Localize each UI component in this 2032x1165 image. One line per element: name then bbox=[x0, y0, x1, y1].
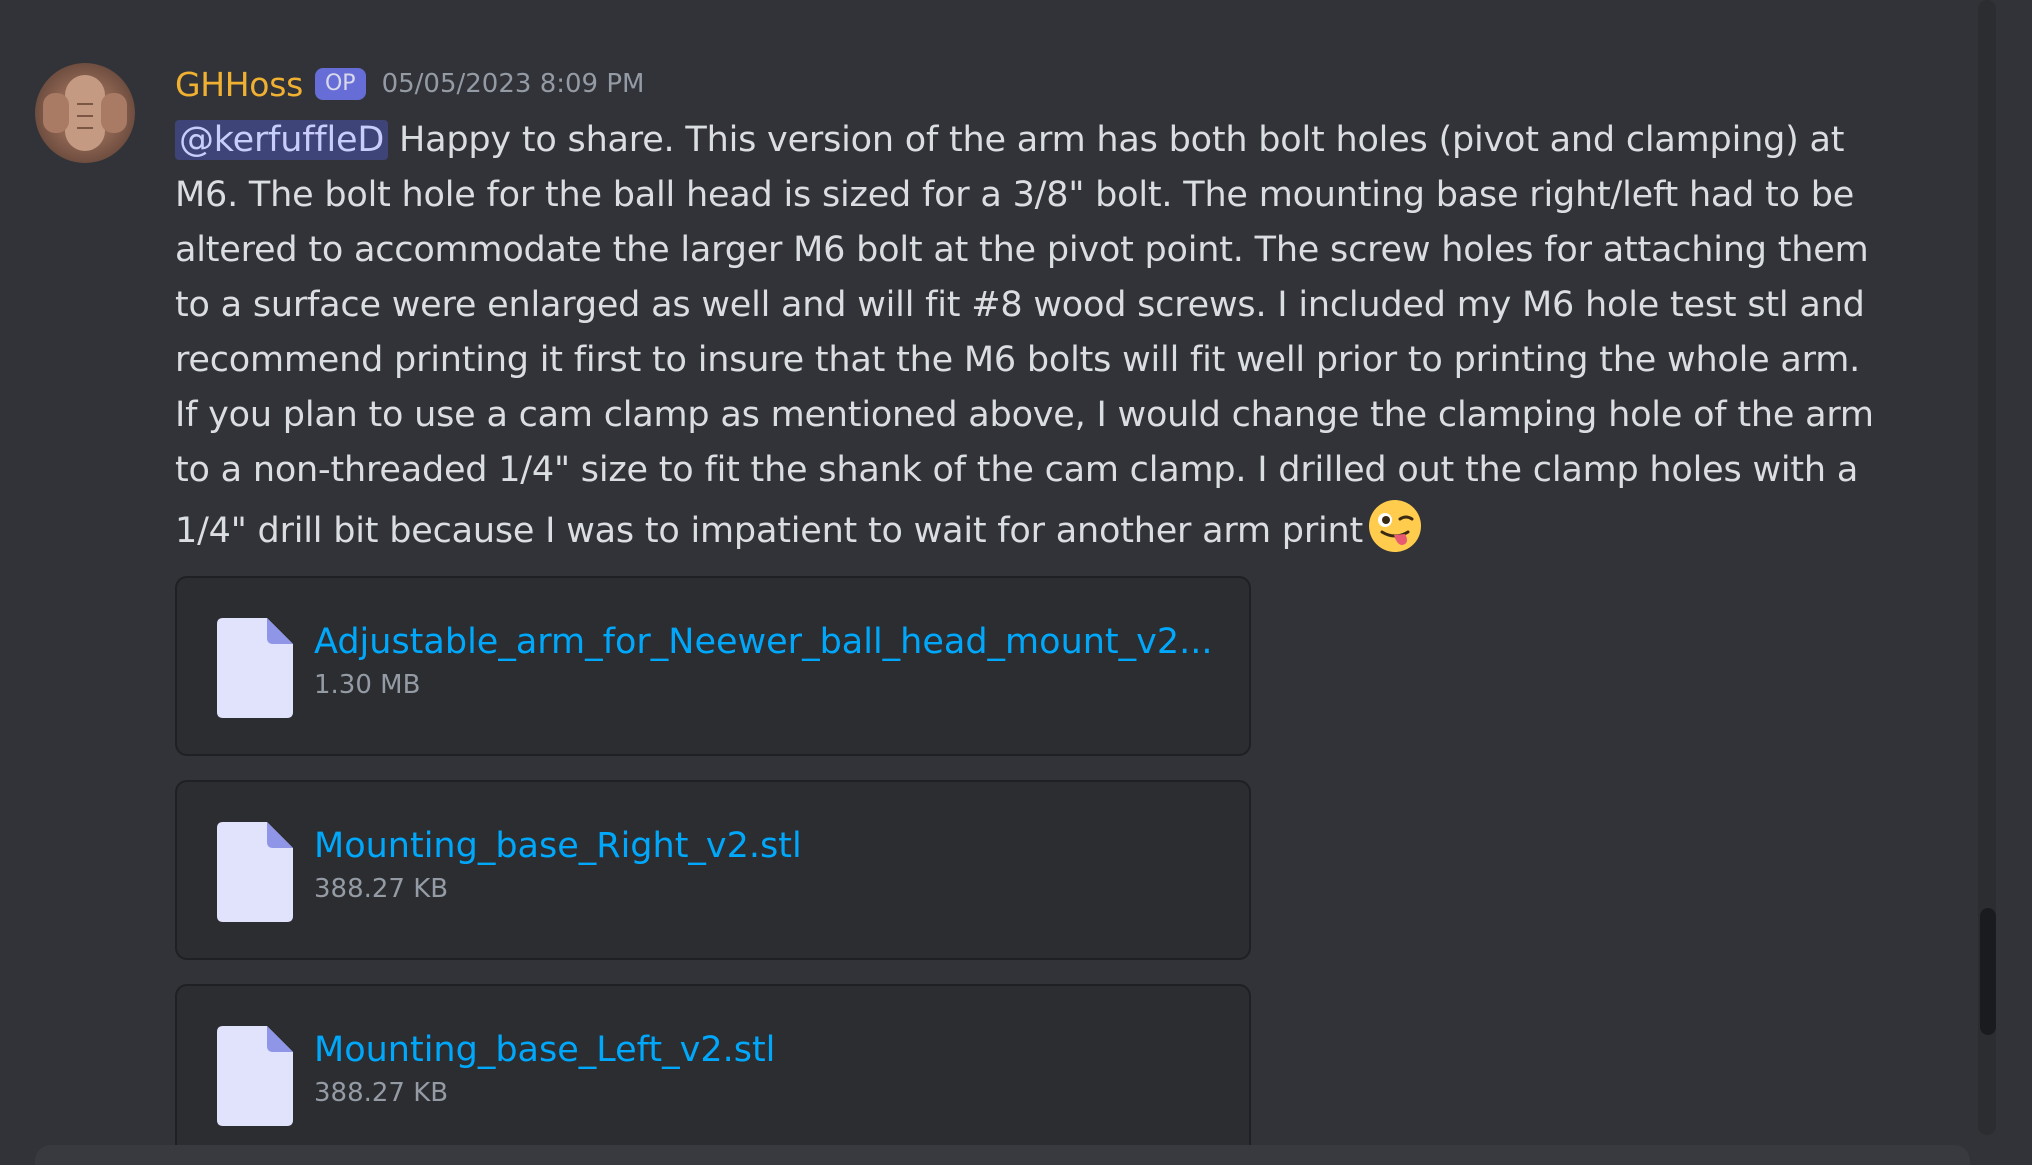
username[interactable]: GHHoss bbox=[175, 65, 303, 104]
chat-page: GHHoss OP 05/05/2023 8:09 PM @kerfuffleD… bbox=[0, 0, 2032, 1165]
avatar[interactable] bbox=[35, 63, 135, 163]
file-size: 388.27 KB bbox=[314, 1078, 449, 1108]
file-icon bbox=[217, 822, 293, 922]
file-size: 388.27 KB bbox=[314, 874, 449, 904]
message-text: Happy to share. This version of the arm … bbox=[175, 120, 1874, 551]
file-icon bbox=[217, 618, 293, 718]
op-badge: OP bbox=[314, 68, 366, 100]
timestamp[interactable]: 05/05/2023 8:09 PM bbox=[382, 69, 645, 99]
file-size: 1.30 MB bbox=[314, 670, 421, 700]
scrollbar-thumb[interactable] bbox=[1980, 908, 1996, 1035]
user-mention[interactable]: @kerfuffleD bbox=[175, 120, 389, 160]
message-header: GHHoss OP 05/05/2023 8:09 PM bbox=[175, 62, 644, 106]
file-attachment[interactable]: Mounting_base_Left_v2.stl 388.27 KB bbox=[175, 984, 1251, 1164]
file-attachment[interactable]: Mounting_base_Right_v2.stl 388.27 KB bbox=[175, 780, 1251, 960]
file-name-link[interactable]: Mounting_base_Left_v2.stl bbox=[314, 1030, 775, 1070]
file-name-link[interactable]: Adjustable_arm_for_Neewer_ball_head_moun… bbox=[314, 622, 1213, 662]
message-content: @kerfuffleD Happy to share. This version… bbox=[175, 113, 1875, 559]
winking-face-with-tongue-icon[interactable] bbox=[1367, 498, 1423, 554]
file-attachment[interactable]: Adjustable_arm_for_Neewer_ball_head_moun… bbox=[175, 576, 1251, 756]
file-icon bbox=[217, 1026, 293, 1126]
message-composer[interactable] bbox=[35, 1145, 1970, 1165]
file-name-link[interactable]: Mounting_base_Right_v2.stl bbox=[314, 826, 802, 866]
